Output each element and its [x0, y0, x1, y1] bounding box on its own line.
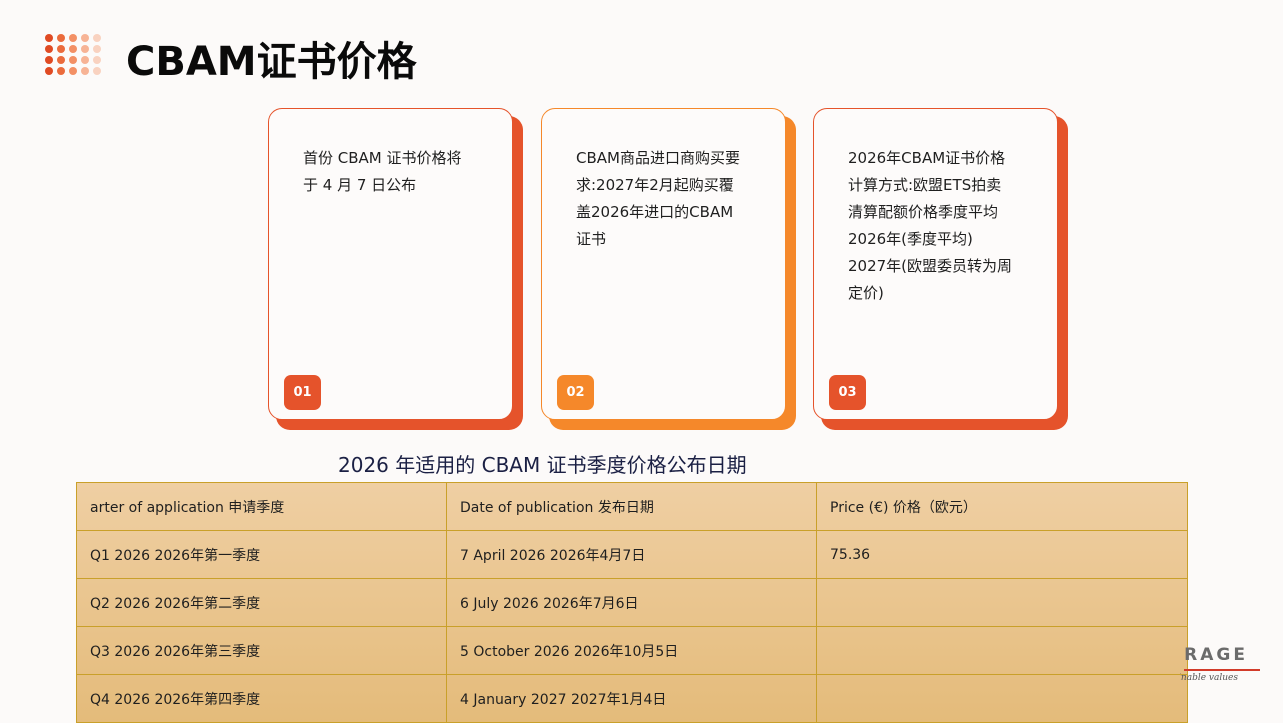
decorative-dot	[93, 34, 101, 42]
cell-price: 75.36	[816, 530, 1188, 579]
table-caption: 2026 年适用的 CBAM 证书季度价格公布日期	[338, 453, 747, 477]
card-body: 首份 CBAM 证书价格将 于 4 月 7 日公布 01	[268, 108, 513, 420]
card-number-badge: 01	[284, 375, 321, 410]
decorative-dot	[45, 56, 53, 64]
cell-quarter: Q4 2026 2026年第四季度	[76, 674, 447, 723]
header-price: Price (€) 价格（欧元）	[816, 482, 1188, 531]
page-title: CBAM证书价格	[126, 39, 417, 85]
cell-publication-date: 7 April 2026 2026年4月7日	[446, 530, 817, 579]
table-row: Q4 2026 2026年第四季度 4 January 2027 2027年1月…	[76, 674, 1188, 723]
price-schedule-table: arter of application 申请季度 Date of public…	[76, 482, 1188, 723]
logo-underline	[1184, 669, 1260, 671]
info-card-2: CBAM商品进口商购买要 求:2027年2月起购买覆 盖2026年进口的CBAM…	[541, 108, 797, 430]
decorative-dot	[81, 45, 89, 53]
cell-quarter: Q2 2026 2026年第二季度	[76, 578, 447, 627]
logo-tagline: stainable values	[1180, 673, 1238, 683]
decorative-dot	[69, 34, 77, 42]
decorative-dot	[45, 45, 53, 53]
card-text: 2026年CBAM证书价格 计算方式:欧盟ETS拍卖 清算配额价格季度平均 20…	[848, 149, 1013, 302]
cell-price	[816, 674, 1188, 723]
cell-quarter: Q1 2026 2026年第一季度	[76, 530, 447, 579]
card-text: CBAM商品进口商购买要 求:2027年2月起购买覆 盖2026年进口的CBAM…	[576, 149, 740, 248]
cell-price	[816, 626, 1188, 675]
table-row: Q2 2026 2026年第二季度 6 July 2026 2026年7月6日	[76, 578, 1188, 627]
decorative-dot	[93, 67, 101, 75]
company-logo: ERAGE stainable values	[1180, 644, 1260, 686]
decorative-dot	[57, 56, 65, 64]
cell-publication-date: 5 October 2026 2026年10月5日	[446, 626, 817, 675]
decorative-dot	[93, 56, 101, 64]
card-number-badge: 02	[557, 375, 594, 410]
logo-name: ERAGE	[1180, 645, 1248, 665]
decorative-dot	[57, 34, 65, 42]
decorative-dot	[45, 34, 53, 42]
cell-publication-date: 4 January 2027 2027年1月4日	[446, 674, 817, 723]
decorative-dot	[69, 56, 77, 64]
decorative-dot	[57, 45, 65, 53]
decorative-dot	[81, 34, 89, 42]
card-text: 首份 CBAM 证书价格将 于 4 月 7 日公布	[303, 149, 462, 194]
decorative-dot	[57, 67, 65, 75]
table-row: Q3 2026 2026年第三季度 5 October 2026 2026年10…	[76, 626, 1188, 675]
info-card-3: 2026年CBAM证书价格 计算方式:欧盟ETS拍卖 清算配额价格季度平均 20…	[813, 108, 1069, 430]
cell-quarter: Q3 2026 2026年第三季度	[76, 626, 447, 675]
decorative-dot	[45, 67, 53, 75]
info-card-1: 首份 CBAM 证书价格将 于 4 月 7 日公布 01	[268, 108, 524, 430]
cell-price	[816, 578, 1188, 627]
card-body: CBAM商品进口商购买要 求:2027年2月起购买覆 盖2026年进口的CBAM…	[541, 108, 786, 420]
cell-publication-date: 6 July 2026 2026年7月6日	[446, 578, 817, 627]
decorative-dot	[81, 56, 89, 64]
decorative-dots	[45, 34, 101, 75]
decorative-dot	[69, 67, 77, 75]
table-row: Q1 2026 2026年第一季度 7 April 2026 2026年4月7日…	[76, 530, 1188, 579]
decorative-dot	[81, 67, 89, 75]
table-header-row: arter of application 申请季度 Date of public…	[76, 482, 1188, 531]
decorative-dot	[69, 45, 77, 53]
header-quarter: arter of application 申请季度	[76, 482, 447, 531]
card-number-badge: 03	[829, 375, 866, 410]
card-body: 2026年CBAM证书价格 计算方式:欧盟ETS拍卖 清算配额价格季度平均 20…	[813, 108, 1058, 420]
decorative-dot	[93, 45, 101, 53]
header-publication-date: Date of publication 发布日期	[446, 482, 817, 531]
